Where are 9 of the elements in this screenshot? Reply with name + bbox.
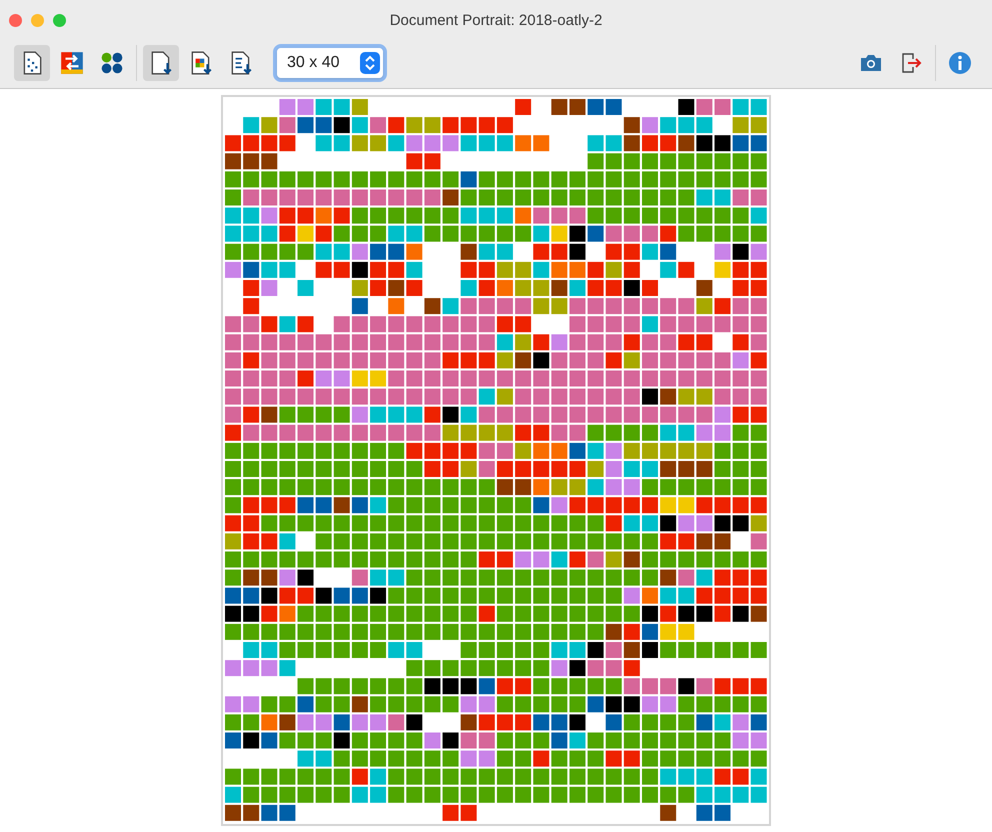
- info-icon: [948, 51, 972, 75]
- size-select[interactable]: 30 x 40: [277, 48, 383, 78]
- swap-arrows-icon: [59, 50, 85, 76]
- four-dots-icon: [99, 50, 125, 76]
- toolbar-button[interactable]: [14, 45, 50, 81]
- stepper-icon: [360, 52, 380, 74]
- toolbar-button[interactable]: [143, 45, 179, 81]
- close-button[interactable]: [9, 14, 22, 27]
- window-title: Document Portrait: 2018-oatly-2: [390, 10, 602, 31]
